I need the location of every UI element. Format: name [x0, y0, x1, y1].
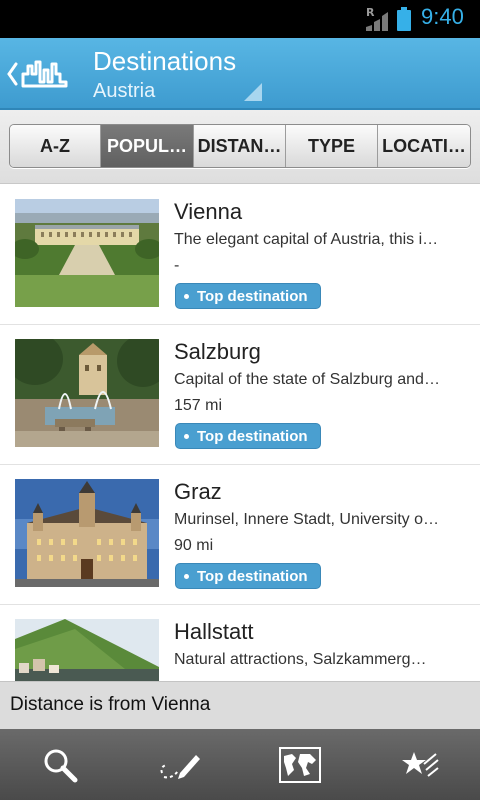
top-destination-badge: Top destination — [175, 563, 321, 589]
search-icon — [44, 749, 78, 782]
destination-name: Hallstatt — [174, 619, 254, 644]
action-bar: Destinations Austria — [0, 38, 480, 110]
bullet-icon — [184, 433, 189, 439]
badge-label: Top destination — [197, 427, 308, 445]
sort-tabs-bar: A-Z POPUL… DISTAN… TYPE LOCATI… — [0, 110, 480, 184]
list-item[interactable]: Salzburg Capital of the state of Salzbur… — [0, 325, 480, 465]
dropdown-triangle-icon[interactable] — [244, 83, 262, 101]
tab-a-z[interactable]: A-Z — [10, 125, 101, 167]
destination-description: Natural attractions, Salzkammerg… — [174, 651, 427, 668]
world-map-icon — [279, 746, 321, 783]
clock: 9:40 — [421, 4, 464, 29]
destination-photo — [15, 199, 159, 307]
destination-description: The elegant capital of Austria, this i… — [174, 231, 439, 248]
favorites-star-icon — [402, 751, 439, 777]
bottom-nav — [0, 729, 480, 800]
distance-note-text: Distance is from Vienna — [10, 694, 211, 715]
destination-list: Vienna The elegant capital of Austria, t… — [0, 185, 480, 681]
tab-location[interactable]: LOCATI… — [378, 125, 470, 167]
list-item[interactable]: Vienna The elegant capital of Austria, t… — [0, 185, 480, 325]
destination-photo — [15, 479, 159, 587]
tab-popularity[interactable]: POPUL… — [101, 125, 194, 167]
sort-tabs: A-Z POPUL… DISTAN… TYPE LOCATI… — [9, 124, 471, 168]
battery-icon — [397, 7, 411, 31]
destination-photo — [15, 619, 159, 681]
back-chevron-icon[interactable] — [6, 60, 18, 88]
tab-distance[interactable]: DISTAN… — [194, 125, 286, 167]
destination-name: Vienna — [174, 199, 243, 224]
distance-note: Distance is from Vienna — [0, 681, 480, 729]
badge-label: Top destination — [197, 567, 308, 585]
badge-label: Top destination — [197, 287, 308, 305]
favorites-button[interactable] — [360, 729, 480, 800]
roaming-indicator: R — [366, 6, 375, 19]
tab-type[interactable]: TYPE — [286, 125, 378, 167]
destination-photo — [15, 339, 159, 447]
write-review-icon — [160, 754, 200, 779]
top-destination-badge: Top destination — [175, 423, 321, 449]
write-review-button[interactable] — [120, 729, 240, 800]
top-destination-badge: Top destination — [175, 283, 321, 309]
destination-distance: - — [174, 257, 180, 274]
search-button[interactable] — [0, 729, 120, 800]
bullet-icon — [184, 573, 189, 579]
destination-name: Salzburg — [174, 339, 261, 364]
bullet-icon — [184, 293, 189, 299]
destination-description: Capital of the state of Salzburg and… — [174, 371, 440, 388]
list-item[interactable]: Hallstatt Natural attractions, Salzkamme… — [0, 605, 480, 681]
destination-distance: 157 mi — [174, 397, 223, 414]
page-title: Destinations — [93, 46, 237, 76]
status-bar: R 9:40 — [0, 0, 480, 38]
destination-name: Graz — [174, 479, 222, 504]
destination-description: Murinsel, Innere Stadt, University o… — [174, 511, 439, 528]
app-logo-icon[interactable] — [20, 52, 70, 96]
map-button[interactable] — [240, 729, 360, 800]
list-item[interactable]: Graz Murinsel, Innere Stadt, University … — [0, 465, 480, 605]
country-selector[interactable]: Austria — [93, 80, 155, 103]
destination-distance: 90 mi — [174, 537, 214, 554]
